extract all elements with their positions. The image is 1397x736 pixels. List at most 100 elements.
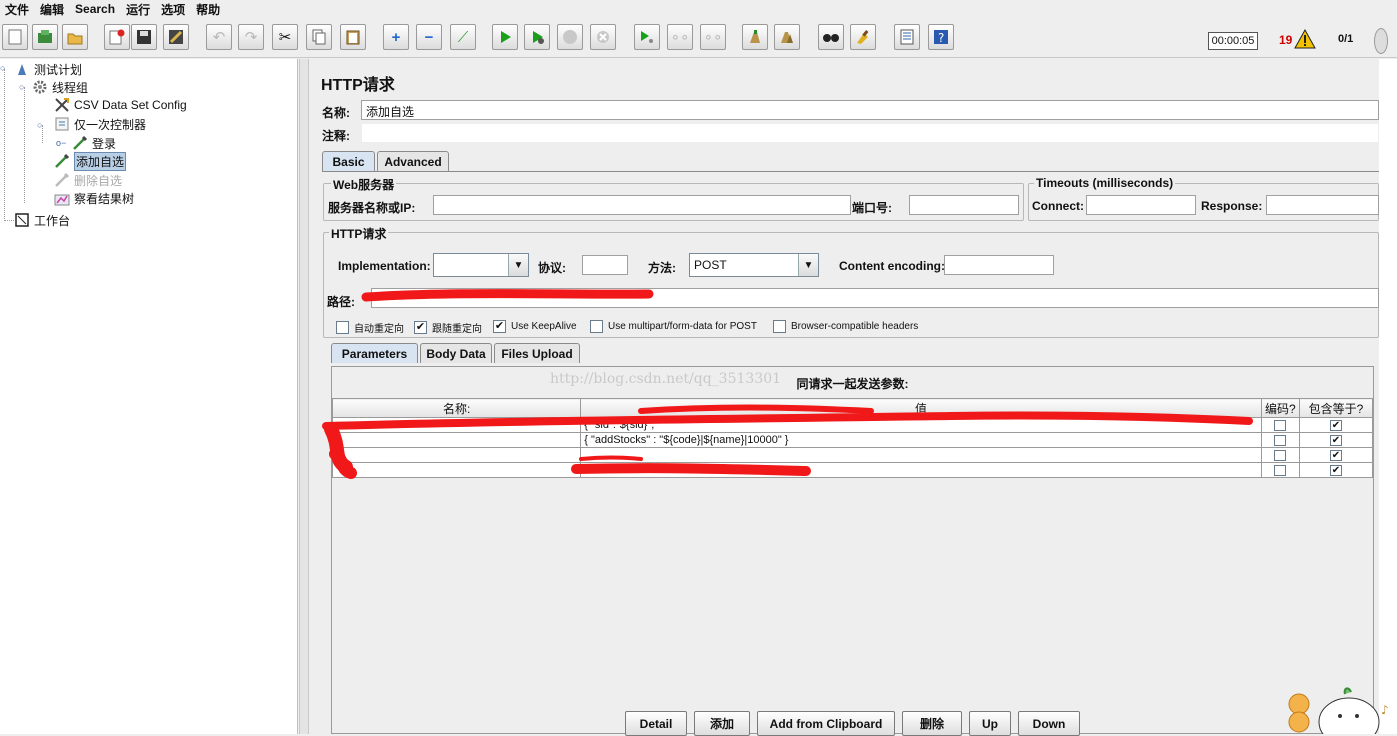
remote-stop-icon[interactable]: ∘∘	[667, 24, 693, 50]
templates-icon[interactable]	[32, 24, 58, 50]
add-button[interactable]: 添加	[694, 711, 750, 736]
save-screenshot-icon[interactable]	[163, 24, 189, 50]
encode-cell[interactable]	[1260, 447, 1300, 463]
param-name-cell[interactable]	[331, 447, 582, 463]
cut-icon[interactable]: ✂	[272, 24, 298, 50]
detail-button[interactable]: Detail	[625, 711, 687, 736]
tree-item-test-plan[interactable]: 测试计划	[14, 60, 82, 78]
follow-redirects-checkbox[interactable]: ✔ 跟随重定向	[414, 320, 482, 335]
collapse-toggle-icon[interactable]: ○	[37, 120, 42, 130]
response-timeout-input[interactable]	[1266, 195, 1379, 215]
include-equals-cell[interactable]: ✔	[1298, 432, 1374, 448]
method-select[interactable]: POST ▼	[689, 253, 819, 277]
encode-cell[interactable]	[1260, 417, 1300, 433]
protocol-input[interactable]	[582, 255, 628, 275]
browser-headers-checkbox[interactable]: Browser-compatible headers	[773, 320, 918, 333]
tab-basic[interactable]: Basic	[322, 151, 375, 171]
param-value-cell[interactable]	[580, 462, 1262, 478]
tree-item-workbench[interactable]: 工作台	[14, 211, 70, 229]
include-equals-cell[interactable]: ✔	[1298, 462, 1374, 478]
table-row[interactable]: ✔	[331, 447, 1374, 463]
menu-search[interactable]: Search	[70, 2, 121, 16]
paste-icon[interactable]	[340, 24, 366, 50]
search-icon[interactable]	[818, 24, 844, 50]
warning-icon[interactable]	[1294, 28, 1316, 52]
tree-item-csv-data-set-config[interactable]: CSV Data Set Config	[54, 96, 187, 114]
start-no-pause-icon[interactable]	[524, 24, 550, 50]
keepalive-checkbox[interactable]: ✔ Use KeepAlive	[493, 320, 577, 333]
name-field[interactable]: 添加自选	[361, 100, 1379, 120]
encoding-input[interactable]	[944, 255, 1054, 275]
pane-splitter[interactable]	[299, 59, 309, 734]
tree-item-delete-favorite[interactable]: 删除自选	[54, 171, 122, 189]
up-button[interactable]: Up	[969, 711, 1011, 736]
tree-item-thread-group[interactable]: 线程组	[32, 78, 88, 96]
column-header-encode[interactable]: 编码?	[1260, 398, 1300, 418]
help-icon[interactable]: ?	[928, 24, 954, 50]
expand-toggle-icon[interactable]: o−	[56, 138, 66, 148]
menu-options[interactable]: 选项	[156, 1, 191, 18]
tree-item-add-favorite[interactable]: 添加自选	[54, 151, 127, 171]
tab-body-data[interactable]: Body Data	[420, 343, 492, 363]
column-header-name[interactable]: 名称:	[331, 398, 582, 418]
column-header-include-equals[interactable]: 包含等于?	[1298, 398, 1374, 418]
collapse-toggle-icon[interactable]: ○	[19, 82, 24, 92]
close-icon[interactable]	[104, 24, 130, 50]
copy-icon[interactable]	[306, 24, 332, 50]
menu-run[interactable]: 运行	[121, 1, 156, 18]
table-row[interactable]: { "addStocks" : "${code}|${name}|10000" …	[331, 432, 1374, 448]
collapse-toggle-icon[interactable]: ○	[0, 63, 5, 73]
encode-cell[interactable]	[1260, 462, 1300, 478]
delete-button[interactable]: 删除	[902, 711, 962, 736]
down-button[interactable]: Down	[1018, 711, 1080, 736]
undo-icon[interactable]: ↶	[206, 24, 232, 50]
reset-search-icon[interactable]	[850, 24, 876, 50]
redo-icon[interactable]: ↷	[238, 24, 264, 50]
include-equals-cell[interactable]: ✔	[1298, 417, 1374, 433]
collapse-icon[interactable]: −	[416, 24, 442, 50]
param-name-cell[interactable]	[331, 417, 582, 433]
param-value-cell[interactable]: { "addStocks" : "${code}|${name}|10000" …	[580, 432, 1262, 448]
remote-shutdown-icon[interactable]: ∘∘	[700, 24, 726, 50]
connect-timeout-input[interactable]	[1086, 195, 1196, 215]
menu-file[interactable]: 文件	[0, 1, 35, 18]
path-input[interactable]	[371, 288, 1379, 308]
tree-item-view-results-tree[interactable]: 察看结果树	[54, 189, 134, 207]
save-icon[interactable]	[131, 24, 157, 50]
tab-parameters[interactable]: Parameters	[331, 343, 418, 363]
clear-icon[interactable]	[742, 24, 768, 50]
column-header-value[interactable]: 值	[580, 398, 1262, 418]
tab-files-upload[interactable]: Files Upload	[494, 343, 580, 363]
start-icon[interactable]	[492, 24, 518, 50]
tab-advanced[interactable]: Advanced	[377, 151, 449, 171]
param-value-cell[interactable]	[580, 447, 1262, 463]
param-name-cell[interactable]	[331, 432, 582, 448]
table-row[interactable]: ✔	[331, 462, 1374, 478]
tree-item-once-only-controller[interactable]: 仅一次控制器	[54, 115, 146, 133]
menu-help[interactable]: 帮助	[191, 1, 226, 18]
encode-cell[interactable]	[1260, 432, 1300, 448]
checkbox-box	[1274, 434, 1287, 446]
multipart-checkbox[interactable]: Use multipart/form-data for POST	[590, 320, 757, 333]
remote-start-icon[interactable]	[634, 24, 660, 50]
shutdown-icon[interactable]	[590, 24, 616, 50]
implementation-select[interactable]: ▼	[433, 253, 529, 277]
function-helper-icon[interactable]	[894, 24, 920, 50]
table-row[interactable]: { "sid":"${sid}", ✔	[331, 417, 1374, 433]
new-icon[interactable]	[2, 24, 28, 50]
clear-all-icon[interactable]	[774, 24, 800, 50]
auto-redirect-checkbox[interactable]: 自动重定向	[336, 320, 404, 335]
server-input[interactable]	[433, 195, 851, 215]
tree-item-login[interactable]: 登录	[72, 134, 116, 152]
include-equals-cell[interactable]: ✔	[1298, 447, 1374, 463]
port-input[interactable]	[909, 195, 1019, 215]
param-name-cell[interactable]	[331, 462, 582, 478]
open-icon[interactable]	[62, 24, 88, 50]
expand-icon[interactable]: +	[383, 24, 409, 50]
stop-icon[interactable]	[557, 24, 583, 50]
toggle-icon[interactable]: ⟋	[450, 24, 476, 50]
param-value-cell[interactable]: { "sid":"${sid}",	[580, 417, 1262, 433]
comment-field[interactable]	[361, 123, 1379, 143]
add-from-clipboard-button[interactable]: Add from Clipboard	[757, 711, 895, 736]
menu-edit[interactable]: 编辑	[35, 1, 70, 18]
